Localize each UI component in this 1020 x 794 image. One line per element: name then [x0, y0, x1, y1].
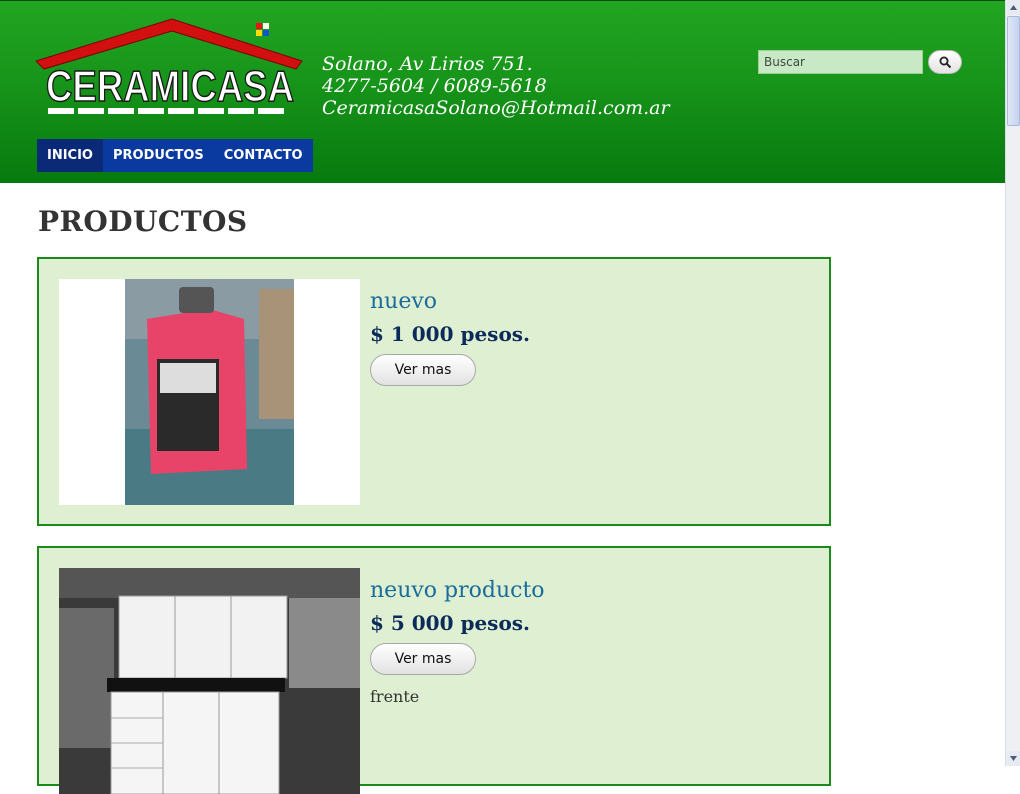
contact-info: Solano, Av Lirios 751. 4277-5604 / 6089-…	[322, 53, 670, 119]
product-card: neuvo producto $ 5 000 pesos. Ver mas fr…	[37, 546, 831, 794]
search-form	[758, 50, 962, 74]
search-button[interactable]	[928, 50, 962, 74]
page-title: PRODUCTOS	[38, 205, 248, 238]
search-icon	[939, 56, 951, 68]
search-input[interactable]	[758, 50, 923, 74]
product-image[interactable]	[59, 568, 360, 794]
email-text[interactable]: CeramicasaSolano@Hotmail.com.ar	[322, 97, 670, 119]
scrollbar-thumb[interactable]	[1007, 16, 1020, 126]
nav-item-inicio[interactable]: INICIO	[37, 139, 103, 172]
ver-mas-button[interactable]: Ver mas	[370, 643, 476, 675]
product-image[interactable]	[59, 279, 360, 505]
product-info: neuvo producto $ 5 000 pesos. Ver mas fr…	[370, 578, 545, 706]
product-price: $ 1 000 pesos.	[370, 322, 530, 346]
svg-text:CERAMICASA: CERAMICASA	[46, 62, 294, 111]
vertical-scrollbar[interactable]	[1005, 0, 1020, 766]
scroll-down-arrow-icon[interactable]	[1007, 751, 1020, 766]
address-text: Solano, Av Lirios 751.	[322, 53, 533, 75]
product-card: nuevo $ 1 000 pesos. Ver mas	[37, 257, 831, 526]
site-header: CERAMICASA Solano, Av Lirios 751. 4277-5…	[0, 0, 1005, 183]
nav-item-contacto[interactable]: CONTACTO	[213, 139, 313, 172]
product-name[interactable]: neuvo producto	[370, 578, 545, 603]
main-nav: INICIO PRODUCTOS CONTACTO	[37, 139, 313, 172]
phone-text: 4277-5604 / 6089-5618	[322, 75, 547, 97]
nav-item-productos[interactable]: PRODUCTOS	[102, 139, 214, 172]
product-name[interactable]: nuevo	[370, 289, 530, 314]
ver-mas-button[interactable]: Ver mas	[370, 354, 476, 386]
site-logo[interactable]: CERAMICASA	[34, 17, 306, 121]
product-description: frente	[370, 687, 420, 706]
scroll-up-arrow-icon[interactable]	[1007, 0, 1020, 15]
product-info: nuevo $ 1 000 pesos. Ver mas	[370, 289, 530, 386]
product-price: $ 5 000 pesos.	[370, 611, 530, 635]
